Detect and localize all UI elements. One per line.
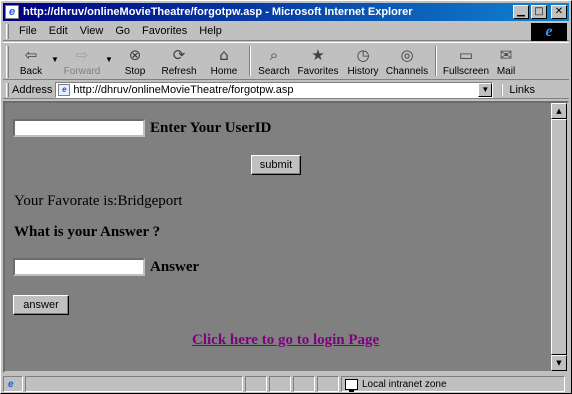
login-page-link[interactable]: Click here to go to login Page xyxy=(192,332,379,349)
channels-icon: ◎ xyxy=(400,46,414,64)
security-zone: Local intranet zone xyxy=(341,376,565,392)
home-label: Home xyxy=(210,66,238,77)
menu-go[interactable]: Go xyxy=(109,25,136,37)
address-grip xyxy=(6,82,9,97)
toolbar-separator xyxy=(435,46,437,76)
favorite-text: Your Favorate is:Bridgeport xyxy=(14,193,183,209)
menu-edit[interactable]: Edit xyxy=(43,25,74,37)
links-button[interactable]: Links xyxy=(501,83,535,96)
fullscreen-button[interactable]: ▭ Fullscreen xyxy=(441,43,491,79)
favorites-button[interactable]: ★ Favorites xyxy=(293,43,343,79)
minimize-button[interactable]: ▁ xyxy=(513,5,529,19)
status-pane xyxy=(245,376,267,392)
answer-input[interactable] xyxy=(13,258,145,276)
menu-bar: File Edit View Go Favorites Help e xyxy=(3,22,569,41)
favorites-label: Favorites xyxy=(297,66,339,77)
answer-label: Answer xyxy=(150,259,200,275)
zone-text: Local intranet zone xyxy=(362,378,447,390)
search-button[interactable]: ⌕ Search xyxy=(255,43,293,79)
channels-button[interactable]: ◎ Channels xyxy=(383,43,431,79)
home-button[interactable]: ⌂ Home xyxy=(203,43,245,79)
maximize-button[interactable]: □ xyxy=(531,5,547,19)
menu-favorites[interactable]: Favorites xyxy=(136,25,193,37)
menu-help[interactable]: Help xyxy=(193,25,228,37)
forward-button[interactable]: ⇨ Forward xyxy=(61,43,103,79)
search-label: Search xyxy=(258,66,290,77)
ie-throbber-icon: e xyxy=(531,23,567,41)
forward-arrow-icon: ⇨ xyxy=(75,46,89,64)
channels-label: Channels xyxy=(385,66,429,77)
scroll-thumb[interactable] xyxy=(551,119,567,355)
status-message xyxy=(25,376,243,392)
page-body: Enter Your UserID submit Your Favorate i… xyxy=(5,103,548,371)
refresh-icon: ⟳ xyxy=(172,46,186,64)
back-label: Back xyxy=(19,66,43,77)
window-title: http://dhruv/onlineMovieTheatre/forgotpw… xyxy=(23,6,413,18)
page-icon: e xyxy=(58,83,71,96)
question-text: What is your Answer ? xyxy=(14,224,161,240)
status-pane xyxy=(293,376,315,392)
menu-view[interactable]: View xyxy=(74,25,110,37)
ie-status-icon: e xyxy=(8,378,14,390)
userid-input[interactable] xyxy=(13,119,145,137)
menu-grip xyxy=(6,23,9,39)
fullscreen-icon: ▭ xyxy=(458,46,474,64)
mail-icon: ✉ xyxy=(499,46,513,64)
standard-toolbar: ⇦ Back ▼ ⇨ Forward ▼ ⊗ Stop ⟳ Refresh ⌂ … xyxy=(3,42,569,80)
refresh-button[interactable]: ⟳ Refresh xyxy=(155,43,203,79)
scroll-up-icon[interactable]: ▲ xyxy=(551,103,567,119)
stop-button[interactable]: ⊗ Stop xyxy=(115,43,155,79)
status-pane xyxy=(317,376,339,392)
back-arrow-icon: ⇦ xyxy=(24,46,38,64)
favorites-icon: ★ xyxy=(311,46,325,64)
status-page-icon: e xyxy=(3,376,23,392)
home-icon: ⌂ xyxy=(219,46,229,64)
history-icon: ◷ xyxy=(356,46,370,64)
history-button[interactable]: ◷ History xyxy=(343,43,383,79)
address-url[interactable]: http://dhruv/onlineMovieTheatre/forgotpw… xyxy=(73,84,293,96)
close-button[interactable]: ✕ xyxy=(551,5,567,19)
vertical-scrollbar[interactable]: ▲ ▼ xyxy=(551,103,567,371)
forward-dropdown-icon[interactable]: ▼ xyxy=(103,43,115,79)
intranet-zone-icon xyxy=(345,378,358,392)
toolbar-separator xyxy=(249,46,251,76)
stop-label: Stop xyxy=(124,66,146,77)
status-pane xyxy=(269,376,291,392)
page-viewport: Enter Your UserID submit Your Favorate i… xyxy=(3,101,569,373)
forward-label: Forward xyxy=(63,66,101,77)
address-dropdown-icon[interactable]: ▼ xyxy=(478,82,493,97)
address-label: Address xyxy=(12,83,53,96)
mail-label: Mail xyxy=(496,66,516,77)
toolbar-grip xyxy=(6,46,9,78)
history-label: History xyxy=(347,66,379,77)
ie-logo-icon: e xyxy=(5,5,19,19)
submit-button[interactable]: submit xyxy=(251,155,301,175)
status-bar: e Local intranet zone xyxy=(3,375,569,393)
back-dropdown-icon[interactable]: ▼ xyxy=(49,43,61,79)
back-button[interactable]: ⇦ Back xyxy=(13,43,49,79)
search-icon: ⌕ xyxy=(269,46,279,64)
scroll-down-icon[interactable]: ▼ xyxy=(551,355,567,371)
stop-icon: ⊗ xyxy=(128,46,142,64)
menu-file[interactable]: File xyxy=(13,25,43,37)
answer-button[interactable]: answer xyxy=(13,295,69,315)
title-bar[interactable]: e http://dhruv/onlineMovieTheatre/forgot… xyxy=(3,3,569,21)
address-input[interactable]: e http://dhruv/onlineMovieTheatre/forgot… xyxy=(55,81,494,98)
fullscreen-label: Fullscreen xyxy=(442,66,490,77)
userid-label: Enter Your UserID xyxy=(150,120,272,136)
mail-button[interactable]: ✉ Mail xyxy=(491,43,521,79)
browser-window: e http://dhruv/onlineMovieTheatre/forgot… xyxy=(0,0,572,394)
refresh-label: Refresh xyxy=(161,66,197,77)
address-bar: Address e http://dhruv/onlineMovieTheatr… xyxy=(3,81,569,99)
